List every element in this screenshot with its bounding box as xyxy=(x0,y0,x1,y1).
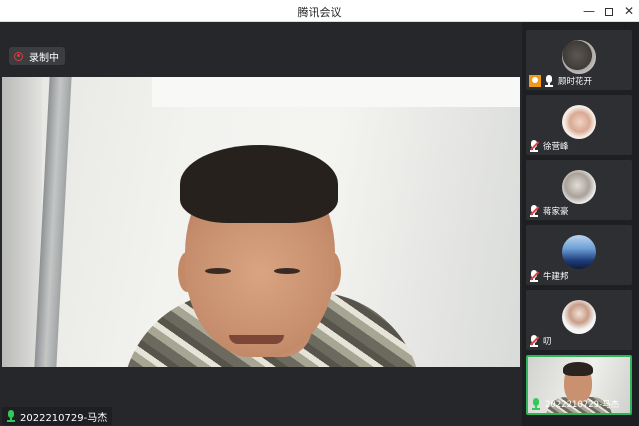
maximize-button[interactable] xyxy=(599,1,619,21)
mic-active-icon xyxy=(6,410,16,422)
participant-sidebar[interactable]: 顾时花开 徐营峰 蒋家豪 牛建邦 叨 2022210729-马杰 xyxy=(522,22,639,426)
participant-name: 牛建邦 xyxy=(543,272,569,282)
avatar xyxy=(562,170,596,204)
participant-tile[interactable]: 顾时花开 xyxy=(526,30,632,90)
main-video-area[interactable]: 录制中 2022210729-马杰 xyxy=(0,22,522,426)
mic-muted-icon xyxy=(529,335,539,347)
speaker-name: 2022210729-马杰 xyxy=(20,412,108,424)
recording-label: 录制中 xyxy=(29,52,59,64)
participant-label: 叨 xyxy=(529,335,552,347)
speaker-eye-right xyxy=(274,268,300,274)
speaker-mouth xyxy=(229,335,284,344)
mic-active-icon xyxy=(531,398,541,410)
user-badge-icon xyxy=(529,75,541,87)
participant-name: 蒋家豪 xyxy=(543,207,569,217)
participant-name: 2022210729-马杰 xyxy=(545,400,620,410)
avatar xyxy=(562,40,596,74)
close-button[interactable]: ✕ xyxy=(619,1,639,21)
participant-name: 顾时花开 xyxy=(558,77,593,87)
speaker-eye-left xyxy=(205,268,231,274)
participant-tile[interactable]: 徐营峰 xyxy=(526,95,632,155)
speaker-video[interactable] xyxy=(2,77,520,367)
mic-muted-icon xyxy=(529,205,539,217)
participant-name: 叨 xyxy=(543,337,552,347)
speaker-name-tag: 2022210729-马杰 xyxy=(2,407,113,425)
maximize-icon xyxy=(605,7,613,16)
avatar xyxy=(562,235,596,269)
participant-label: 2022210729-马杰 xyxy=(531,398,619,410)
participant-tile[interactable]: 蒋家豪 xyxy=(526,160,632,220)
mic-muted-icon xyxy=(529,140,539,152)
record-icon xyxy=(14,51,23,61)
avatar xyxy=(562,105,596,139)
participant-name: 徐营峰 xyxy=(543,142,569,152)
recording-indicator[interactable]: 录制中 xyxy=(9,47,65,65)
speaker-hair xyxy=(180,145,338,223)
avatar xyxy=(562,300,596,334)
mic-icon xyxy=(544,75,554,87)
participant-label: 牛建邦 xyxy=(529,270,569,282)
participant-tile-active[interactable]: 2022210729-马杰 xyxy=(526,355,632,415)
participant-label: 蒋家豪 xyxy=(529,205,569,217)
window-title: 腾讯会议 xyxy=(297,6,342,19)
participant-tile[interactable]: 叨 xyxy=(526,290,632,350)
thumb-hair xyxy=(563,362,593,376)
title-bar: 腾讯会议 — ✕ xyxy=(0,0,639,22)
minimize-button[interactable]: — xyxy=(579,1,599,21)
mic-muted-icon xyxy=(529,270,539,282)
participant-label: 徐营峰 xyxy=(529,140,569,152)
participant-label: 顾时花开 xyxy=(529,75,592,87)
participant-tile[interactable]: 牛建邦 xyxy=(526,225,632,285)
video-ceiling xyxy=(152,77,520,107)
